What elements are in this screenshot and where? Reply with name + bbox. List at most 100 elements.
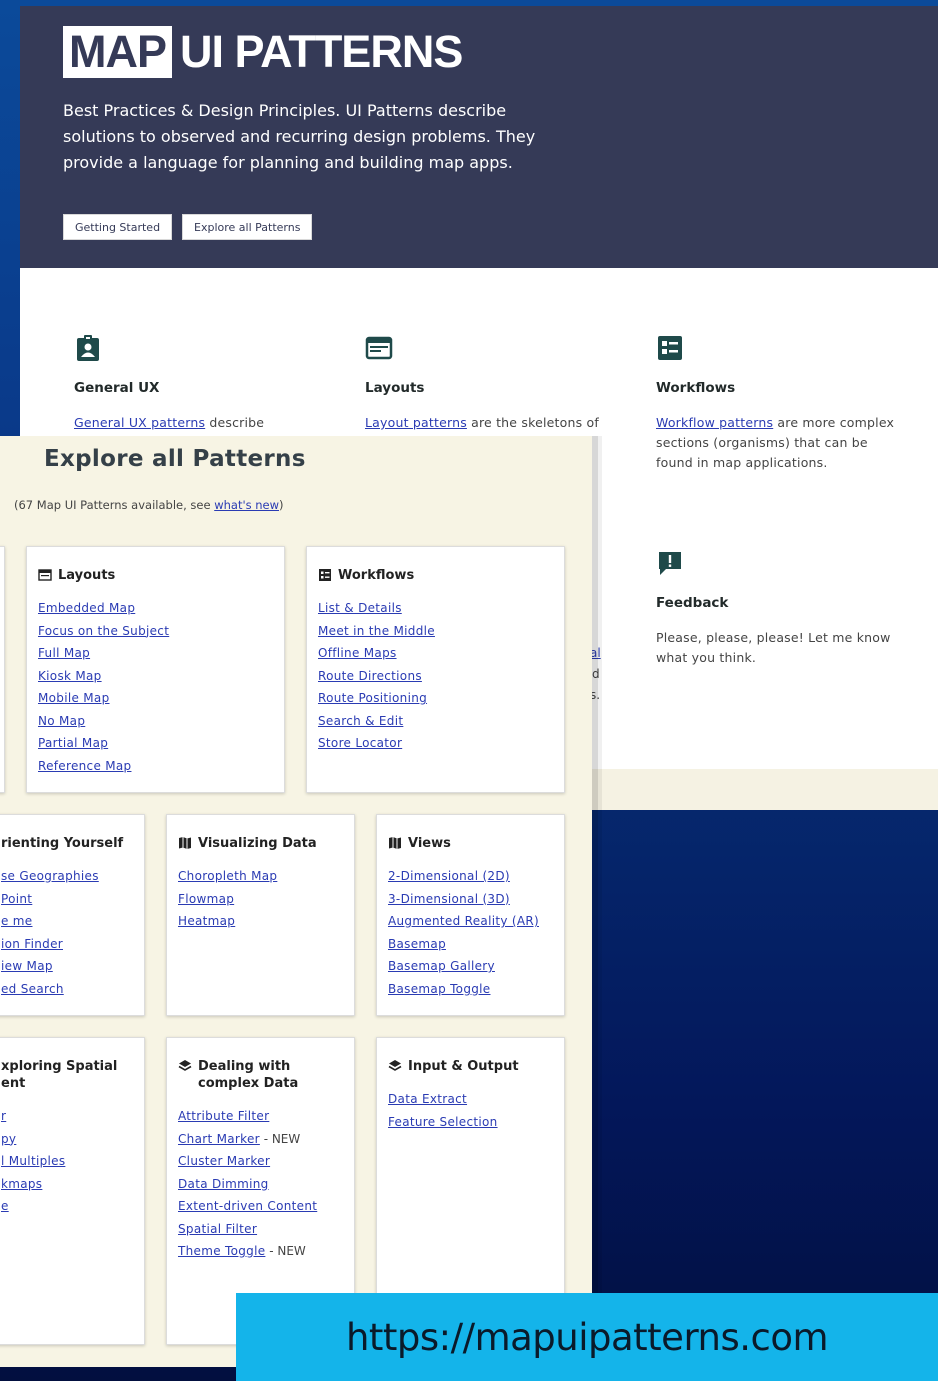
getting-started-button[interactable]: Getting Started xyxy=(63,214,173,240)
folded-map-icon xyxy=(389,837,401,849)
pattern-link[interactable]: e me xyxy=(1,914,32,928)
feature-description: Workflow patterns are more complex secti… xyxy=(656,415,895,470)
pattern-link-kiosk-map[interactable]: Kiosk Map xyxy=(38,669,102,683)
card-heading: Dealing with complex Data xyxy=(178,1058,348,1092)
pattern-link-data-dimming[interactable]: Data Dimming xyxy=(178,1177,269,1191)
pattern-link-basemap[interactable]: Basemap xyxy=(388,937,446,951)
explore-patterns-window: Explore all Patterns (67 Map UI Patterns… xyxy=(0,436,592,1367)
list-item: l Multiples xyxy=(1,1150,65,1173)
pattern-link-partial-map[interactable]: Partial Map xyxy=(38,736,108,750)
list-item: e me xyxy=(1,910,99,933)
pattern-list: Choropleth Map Flowmap Heatmap xyxy=(178,865,277,933)
pattern-link-chart-marker[interactable]: Chart Marker xyxy=(178,1132,260,1146)
list-item: r xyxy=(1,1105,65,1128)
general-ux-patterns-link[interactable]: General UX patterns xyxy=(74,415,205,430)
pattern-link-cluster-marker[interactable]: Cluster Marker xyxy=(178,1154,270,1168)
feature-title: General UX xyxy=(74,380,160,396)
pattern-link-data-extract[interactable]: Data Extract xyxy=(388,1092,467,1106)
feature-title: Feedback xyxy=(656,595,729,611)
feature-general-ux: General UX General UX patterns describe xyxy=(74,334,314,433)
pattern-link-heatmap[interactable]: Heatmap xyxy=(178,914,235,928)
pattern-link-route-directions[interactable]: Route Directions xyxy=(318,669,422,683)
pattern-link-store-locator[interactable]: Store Locator xyxy=(318,736,402,750)
list-item: 2-Dimensional (2D) xyxy=(388,865,539,888)
list-item: Basemap xyxy=(388,933,539,956)
list-item: Focus on the Subject xyxy=(38,620,169,643)
list-alt-icon xyxy=(319,569,331,581)
pattern-link-3d[interactable]: 3-Dimensional (3D) xyxy=(388,892,510,906)
pattern-link-embedded-map[interactable]: Embedded Map xyxy=(38,601,135,615)
explore-all-patterns-button[interactable]: Explore all Patterns xyxy=(182,214,313,240)
site-logo[interactable]: MAP UI PATTERNS xyxy=(63,26,463,78)
list-item: Basemap Toggle xyxy=(388,978,539,1001)
pattern-link-choropleth-map[interactable]: Choropleth Map xyxy=(178,869,277,883)
pattern-link[interactable]: py xyxy=(1,1132,16,1146)
list-item: No Map xyxy=(38,710,169,733)
pattern-link-basemap-gallery[interactable]: Basemap Gallery xyxy=(388,959,495,973)
url-banner: https://mapuipatterns.com xyxy=(236,1293,938,1381)
list-item: Spatial Filter xyxy=(178,1218,317,1241)
feature-title: Workflows xyxy=(656,380,736,396)
feature-description: General UX patterns describe xyxy=(74,415,265,430)
pattern-link-flowmap[interactable]: Flowmap xyxy=(178,892,234,906)
list-item: e xyxy=(1,1195,65,1218)
list-item: Offline Maps xyxy=(318,642,435,665)
pattern-link-reference-map[interactable]: Reference Map xyxy=(38,759,131,773)
pattern-link[interactable]: e xyxy=(1,1199,9,1213)
whats-new-link[interactable]: what's new xyxy=(214,498,279,512)
pattern-link-basemap-toggle[interactable]: Basemap Toggle xyxy=(388,982,490,996)
feature-description: Please, please, please! Let me know what… xyxy=(656,630,891,665)
list-item: Kiosk Map xyxy=(38,665,169,688)
pattern-card-exploring-spatial: xploring Spatial ent r py l Multiples km… xyxy=(0,1037,145,1345)
pattern-link-meet-in-the-middle[interactable]: Meet in the Middle xyxy=(318,624,435,638)
pattern-link[interactable]: se Geographies xyxy=(1,869,99,883)
pattern-link-augmented-reality[interactable]: Augmented Reality (AR) xyxy=(388,914,539,928)
pattern-link-no-map[interactable]: No Map xyxy=(38,714,85,728)
pattern-link-extent-driven-content[interactable]: Extent-driven Content xyxy=(178,1199,317,1213)
pattern-link-attribute-filter[interactable]: Attribute Filter xyxy=(178,1109,269,1123)
pattern-list: Embedded Map Focus on the Subject Full M… xyxy=(38,597,169,777)
pattern-link[interactable]: r xyxy=(1,1109,6,1123)
list-item: Augmented Reality (AR) xyxy=(388,910,539,933)
pattern-link[interactable]: kmaps xyxy=(1,1177,42,1191)
layout-patterns-link[interactable]: Layout patterns xyxy=(365,415,467,430)
pattern-link-spatial-filter[interactable]: Spatial Filter xyxy=(178,1222,257,1236)
card-heading: xploring Spatial ent xyxy=(1,1059,118,1091)
pattern-link-list-details[interactable]: List & Details xyxy=(318,601,402,615)
pattern-link[interactable]: iew Map xyxy=(1,959,53,973)
pattern-link[interactable]: Point xyxy=(1,892,32,906)
pattern-list: Attribute Filter Chart Marker - NEW Clus… xyxy=(178,1105,317,1263)
list-item: ion Finder xyxy=(1,933,99,956)
pattern-card-layouts: Layouts Embedded Map Focus on the Subjec… xyxy=(26,546,285,793)
pattern-link-offline-maps[interactable]: Offline Maps xyxy=(318,646,397,660)
pattern-link-full-map[interactable]: Full Map xyxy=(38,646,90,660)
pattern-link-theme-toggle[interactable]: Theme Toggle xyxy=(178,1244,265,1258)
list-item: Data Extract xyxy=(388,1088,498,1111)
pattern-link-search-edit[interactable]: Search & Edit xyxy=(318,714,403,728)
pattern-link-feature-selection[interactable]: Feature Selection xyxy=(388,1115,498,1129)
pattern-link-2d[interactable]: 2-Dimensional (2D) xyxy=(388,869,510,883)
list-item: Data Dimming xyxy=(178,1173,317,1196)
text-fragment: d xyxy=(592,667,600,681)
new-badge: - NEW xyxy=(265,1244,306,1258)
pattern-link[interactable]: l Multiples xyxy=(1,1154,65,1168)
pattern-link-focus-on-the-subject[interactable]: Focus on the Subject xyxy=(38,624,169,638)
pattern-link-route-positioning[interactable]: Route Positioning xyxy=(318,691,427,705)
id-badge-icon xyxy=(77,335,99,361)
pattern-link[interactable]: ion Finder xyxy=(1,937,63,951)
pattern-link-mobile-map[interactable]: Mobile Map xyxy=(38,691,110,705)
list-item: kmaps xyxy=(1,1173,65,1196)
pattern-link[interactable]: ed Search xyxy=(1,982,64,996)
feature-title: Layouts xyxy=(365,380,425,396)
card-heading: Layouts xyxy=(38,567,115,584)
page-title: Explore all Patterns xyxy=(44,446,306,472)
pattern-list: Data Extract Feature Selection xyxy=(388,1088,498,1133)
list-item: List & Details xyxy=(318,597,435,620)
hero-section: MAP UI PATTERNS Best Practices & Design … xyxy=(20,6,938,268)
list-item: Flowmap xyxy=(178,888,277,911)
pattern-list: 2-Dimensional (2D) 3-Dimensional (3D) Au… xyxy=(388,865,539,1000)
list-item: iew Map xyxy=(1,955,99,978)
pattern-card-views: Views 2-Dimensional (2D) 3-Dimensional (… xyxy=(376,814,565,1016)
card-heading: Views xyxy=(388,835,451,852)
workflow-patterns-link[interactable]: Workflow patterns xyxy=(656,415,773,430)
